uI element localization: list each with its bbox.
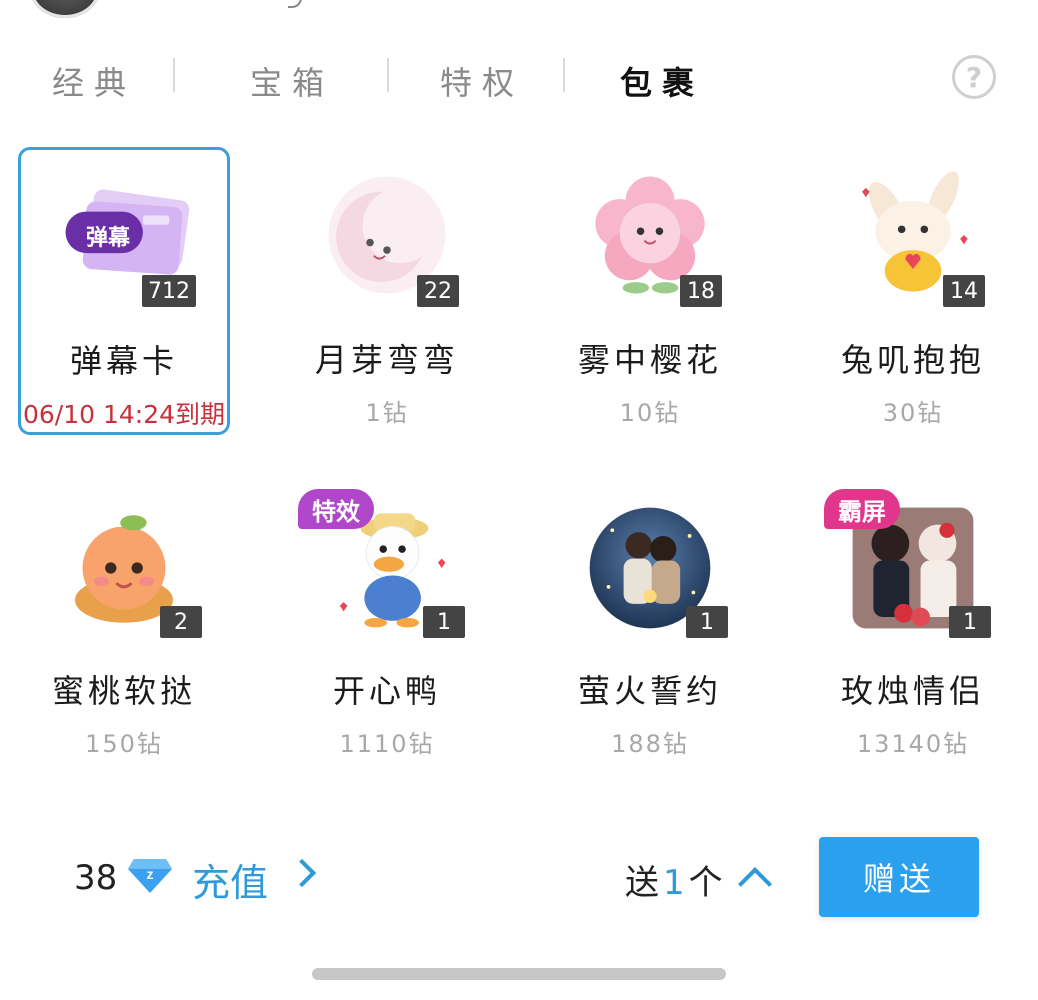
gift-card-happy-duck[interactable]: 特效 1 开心鸭 1110钻: [281, 480, 493, 768]
header-decoration: [288, 0, 302, 8]
gift-price: 188钻: [611, 730, 689, 758]
send-quantity-selector[interactable]: 送1个: [625, 855, 727, 904]
tab-divider: [173, 58, 175, 92]
chevron-right-icon[interactable]: [287, 858, 317, 888]
gift-count-badge: 712: [142, 275, 196, 307]
gift-card-sakura[interactable]: 18 雾中樱花 10钻: [544, 147, 756, 435]
gift-name: 开心鸭: [332, 672, 441, 710]
gift-price: 30钻: [882, 399, 944, 427]
gift-price: 13140钻: [856, 730, 970, 758]
danmu-card-thumb-label: 弹幕: [85, 226, 130, 251]
gift-name: 雾中樱花: [577, 341, 722, 379]
recharge-link[interactable]: 充值: [192, 852, 268, 907]
gift-name: 萤火誓约: [577, 672, 722, 710]
gift-price: 150钻: [85, 730, 163, 758]
gift-card-bunny-hug[interactable]: 14 兔叽抱抱 30钻: [807, 147, 1019, 435]
gift-price: 1110钻: [339, 730, 435, 758]
effect-badge: 特效: [298, 489, 374, 529]
svg-text:z: z: [147, 866, 154, 882]
gift-price: 10钻: [619, 399, 681, 427]
tab-package[interactable]: 包裹: [620, 58, 704, 104]
gift-price: 1钻: [365, 399, 409, 427]
diamond-balance: 38: [74, 858, 118, 898]
gift-name: 蜜桃软挞: [51, 672, 196, 710]
tab-classic[interactable]: 经典: [52, 58, 136, 104]
diamond-icon: z: [128, 859, 172, 893]
tab-divider: [563, 58, 565, 92]
gift-name: 玫烛情侣: [840, 672, 985, 710]
gift-count-badge: 14: [943, 275, 985, 307]
send-unit: 个: [688, 863, 727, 903]
chevron-up-icon[interactable]: [738, 867, 772, 901]
gift-count-badge: 18: [680, 275, 722, 307]
gift-count-badge: 1: [686, 606, 728, 638]
send-quantity-value: 1: [663, 863, 689, 903]
give-button[interactable]: 赠送: [819, 837, 979, 917]
tab-treasure-box[interactable]: 宝箱: [250, 58, 334, 104]
full-screen-badge: 霸屏: [824, 489, 900, 529]
gift-count-badge: 1: [949, 606, 991, 638]
gift-card-firefly-vow[interactable]: 1 萤火誓约 188钻: [544, 480, 756, 768]
send-prefix: 送: [625, 863, 663, 903]
avatar-ring: [30, 0, 100, 18]
gift-name: 兔叽抱抱: [840, 341, 985, 379]
gift-card-danmu-card[interactable]: 弹幕 712 弹幕卡 06/10 14:24到期: [18, 147, 230, 435]
gift-count-badge: 22: [417, 275, 459, 307]
help-icon[interactable]: ?: [952, 55, 996, 99]
gift-card-peach-tart[interactable]: 2 蜜桃软挞 150钻: [18, 480, 230, 768]
home-indicator[interactable]: [312, 968, 726, 980]
gift-expire-time: 06/10 14:24到期: [22, 400, 226, 429]
gift-name: 弹幕卡: [69, 342, 178, 380]
gift-count-badge: 1: [423, 606, 465, 638]
gift-tabs: 经典 宝箱 特权 包裹: [0, 50, 1038, 106]
gift-name: 月芽弯弯: [314, 341, 459, 379]
tab-divider: [387, 58, 389, 92]
tab-privilege[interactable]: 特权: [440, 58, 524, 104]
gift-count-badge: 2: [160, 606, 202, 638]
gift-card-rose-candle-couple[interactable]: 霸屏 1 玫烛情侣 13140钻: [807, 480, 1019, 768]
gift-card-crescent-moon[interactable]: 22 月芽弯弯 1钻: [281, 147, 493, 435]
